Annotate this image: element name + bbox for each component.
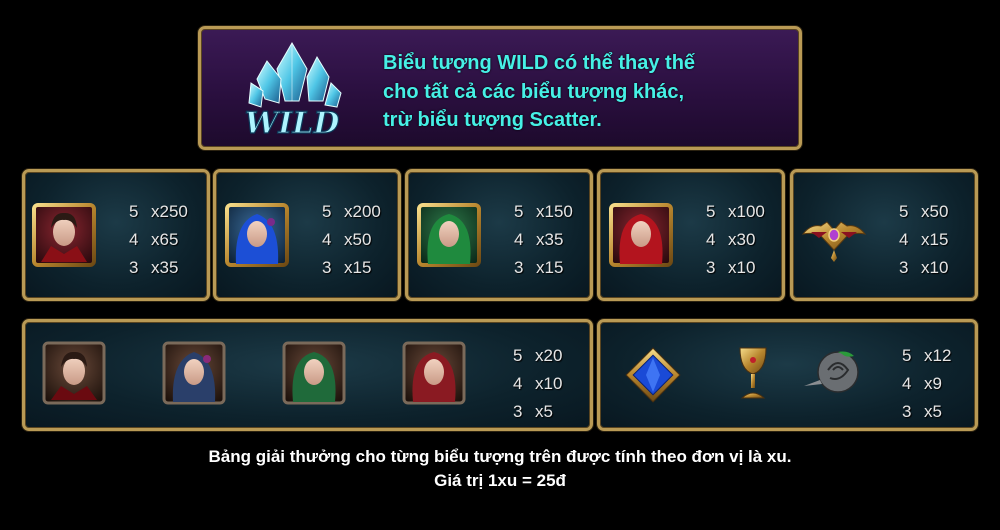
multiplier: x35 [536, 230, 564, 249]
pay-row: 4 x10 [513, 370, 562, 398]
match-count: 5 [902, 346, 912, 365]
multiplier: x9 [924, 374, 942, 393]
paytable-card-green-hair-woman: 5 x150 4 x35 3 x15 [405, 169, 593, 301]
pay-values: 5 x12 4 x9 3 x5 [902, 342, 951, 426]
multiplier: x150 [536, 202, 573, 221]
green-hair-woman-icon [417, 203, 481, 267]
pay-row: 4 x15 [899, 226, 948, 254]
match-count: 3 [902, 402, 912, 421]
multiplier: x15 [344, 258, 372, 277]
pay-row: 3 x5 [902, 398, 951, 426]
pay-row: 3 x5 [513, 398, 562, 426]
multiplier: x50 [921, 202, 949, 221]
paytable-card-vampire-man: 5 x250 4 x65 3 x35 [22, 169, 210, 301]
pay-row: 3 x10 [706, 254, 765, 282]
paytable-card-blue-hair-woman: 5 x200 4 x50 3 x15 [213, 169, 401, 301]
match-count: 5 [899, 202, 909, 221]
wild-info-panel: WILD Biểu tượng WILD có thể thay thế cho… [198, 26, 802, 150]
multiplier: x30 [728, 230, 756, 249]
match-count: 4 [322, 230, 332, 249]
match-count: 5 [322, 202, 332, 221]
pay-row: 4 x50 [322, 226, 381, 254]
stone-rose-icon [804, 351, 859, 393]
pay-row: 5 x200 [322, 198, 381, 226]
pay-values: 5 x50 4 x15 3 x10 [899, 198, 948, 282]
multiplier: x5 [535, 402, 553, 421]
golden-chalice-icon [739, 347, 767, 399]
pay-row: 5 x150 [514, 198, 573, 226]
vampire-man-small-icon [42, 341, 106, 405]
vampire-man-icon [32, 203, 96, 267]
match-count: 3 [514, 258, 524, 277]
pay-row: 4 x65 [129, 226, 188, 254]
paytable-card-low-portraits: 5 x20 4 x10 3 x5 [22, 319, 593, 431]
match-count: 3 [322, 258, 332, 277]
pay-row: 4 x9 [902, 370, 951, 398]
multiplier: x20 [535, 346, 563, 365]
wild-logo-text: WILD [245, 106, 340, 139]
pay-values: 5 x150 4 x35 3 x15 [514, 198, 573, 282]
match-count: 3 [706, 258, 716, 277]
match-count: 3 [513, 402, 523, 421]
match-count: 5 [129, 202, 139, 221]
wild-description: Biểu tượng WILD có thể thay thế cho tất … [383, 49, 783, 135]
pay-row: 5 x20 [513, 342, 562, 370]
multiplier: x12 [924, 346, 952, 365]
pay-row: 4 x30 [706, 226, 765, 254]
multiplier: x65 [151, 230, 179, 249]
pay-values: 5 x100 4 x30 3 x10 [706, 198, 765, 282]
pay-row: 4 x35 [514, 226, 573, 254]
multiplier: x5 [924, 402, 942, 421]
pay-row: 5 x12 [902, 342, 951, 370]
match-count: 5 [513, 346, 523, 365]
match-count: 4 [902, 374, 912, 393]
match-count: 4 [129, 230, 139, 249]
match-count: 5 [706, 202, 716, 221]
match-count: 4 [706, 230, 716, 249]
wild-desc-line: trừ biểu tượng Scatter. [383, 109, 602, 131]
multiplier: x35 [151, 258, 179, 277]
multiplier: x50 [344, 230, 372, 249]
coin-value-note: Giá trị 1xu = 25đ [434, 471, 566, 490]
multiplier: x200 [344, 202, 381, 221]
pay-row: 3 x15 [322, 254, 381, 282]
sapphire-brooch-icon [625, 347, 681, 403]
payout-note: Bảng giải thưởng cho từng biểu tượng trê… [208, 447, 792, 466]
bat-amulet-icon [801, 221, 867, 262]
match-count: 3 [899, 258, 909, 277]
multiplier: x15 [921, 230, 949, 249]
green-hair-woman-small-icon [282, 341, 346, 405]
pay-values: 5 x200 4 x50 3 x15 [322, 198, 381, 282]
blue-hair-woman-icon [225, 203, 289, 267]
match-count: 4 [514, 230, 524, 249]
wild-crystal-icon: WILD [237, 39, 347, 142]
match-count: 3 [129, 258, 139, 277]
multiplier: x250 [151, 202, 188, 221]
multiplier: x100 [728, 202, 765, 221]
wild-desc-line: Biểu tượng WILD có thể thay thế [383, 52, 696, 74]
pay-row: 3 x15 [514, 254, 573, 282]
pay-row: 3 x10 [899, 254, 948, 282]
paytable-card-low-items: 5 x12 4 x9 3 x5 [597, 319, 978, 431]
match-count: 5 [514, 202, 524, 221]
pay-values: 5 x250 4 x65 3 x35 [129, 198, 188, 282]
pay-row: 3 x35 [129, 254, 188, 282]
pay-row: 5 x50 [899, 198, 948, 226]
pay-row: 5 x100 [706, 198, 765, 226]
multiplier: x10 [728, 258, 756, 277]
multiplier: x10 [535, 374, 563, 393]
multiplier: x15 [536, 258, 564, 277]
match-count: 4 [899, 230, 909, 249]
match-count: 4 [513, 374, 523, 393]
pay-values: 5 x20 4 x10 3 x5 [513, 342, 562, 426]
wild-desc-line: cho tất cả các biểu tượng khác, [383, 80, 685, 103]
red-hair-woman-small-icon [402, 341, 466, 405]
paytable-card-red-hair-woman: 5 x100 4 x30 3 x10 [597, 169, 785, 301]
red-hair-woman-icon [609, 203, 673, 267]
paytable-card-bat-amulet: 5 x50 4 x15 3 x10 [790, 169, 978, 301]
pay-row: 5 x250 [129, 198, 188, 226]
blue-hair-woman-small-icon [162, 341, 226, 405]
multiplier: x10 [921, 258, 949, 277]
